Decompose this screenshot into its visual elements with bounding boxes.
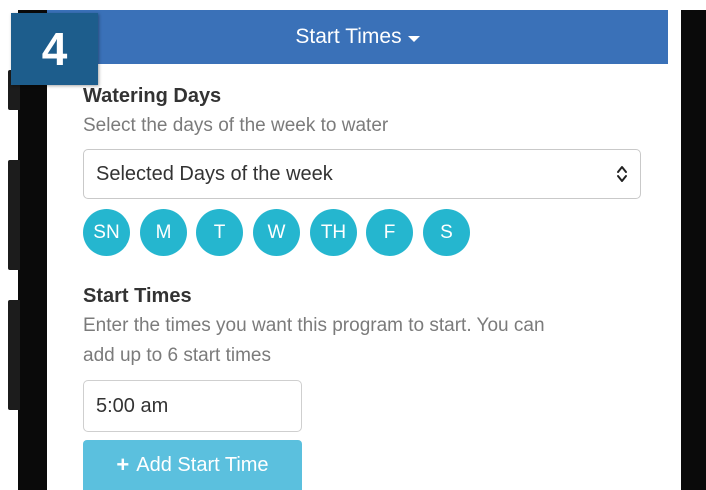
day-toggle-th[interactable]: TH: [310, 209, 357, 256]
day-toggle-s[interactable]: S: [423, 209, 470, 256]
device-bezel-right: [681, 10, 706, 490]
day-toggle-sn[interactable]: SN: [83, 209, 130, 256]
step-number-badge: 4: [11, 13, 98, 85]
days-select-value: Selected Days of the week: [96, 162, 333, 185]
day-toggle-m[interactable]: M: [140, 209, 187, 256]
start-time-value: 5:00 am: [96, 394, 169, 417]
day-toggle-t[interactable]: T: [196, 209, 243, 256]
day-toggle-w[interactable]: W: [253, 209, 300, 256]
plus-icon: +: [116, 452, 130, 477]
start-times-title: Start Times: [83, 285, 192, 307]
device-side-button: [8, 160, 20, 270]
device-side-button: [8, 300, 20, 410]
days-select[interactable]: Selected Days of the week: [83, 149, 641, 199]
start-times-header-dropdown[interactable]: Start Times: [47, 10, 668, 64]
header-title: Start Times: [295, 25, 402, 48]
select-updown-icon: [617, 166, 627, 182]
day-toggle-f[interactable]: F: [366, 209, 413, 256]
watering-days-title: Watering Days: [83, 85, 222, 107]
start-time-input[interactable]: 5:00 am: [83, 380, 302, 432]
watering-days-helper: Select the days of the week to water: [83, 115, 389, 136]
add-start-time-button[interactable]: + Add Start Time: [83, 440, 302, 490]
add-start-time-label: Add Start Time: [136, 453, 269, 476]
start-times-helper-line1: Enter the times you want this program to…: [83, 315, 545, 336]
start-times-helper-line2: add up to 6 start times: [83, 345, 271, 366]
app-screen: Start Times Watering Days Select the day…: [47, 10, 681, 490]
caret-down-icon: [407, 35, 420, 42]
